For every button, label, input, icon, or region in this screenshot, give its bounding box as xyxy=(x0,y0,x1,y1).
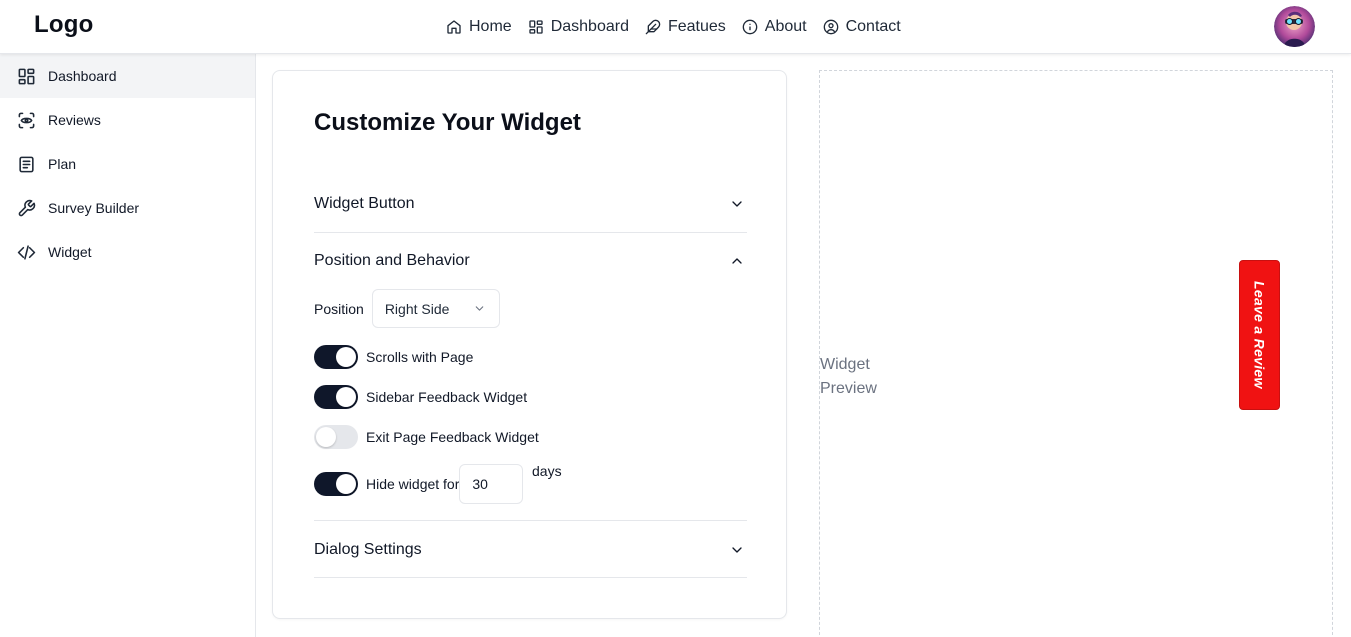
toggle-label: Sidebar Feedback Widget xyxy=(366,389,528,405)
toggle-row-hide-widget: Hide widget for xyxy=(314,464,524,504)
user-avatar[interactable] xyxy=(1274,6,1315,47)
sidebar-item-plan[interactable]: Plan xyxy=(0,142,255,186)
wrench-icon xyxy=(18,199,36,216)
toggle-row-scrolls-with-page: Scrolls with Page xyxy=(314,345,473,369)
accordion-label: Dialog Settings xyxy=(314,540,422,558)
toggle-knob xyxy=(336,347,356,367)
leave-review-label: Leave a Review xyxy=(1251,281,1268,389)
days-label: days xyxy=(532,463,562,479)
widget-preview-area: Widget Preview Leave a Review xyxy=(819,70,1333,637)
nav-dashboard[interactable]: Dashboard xyxy=(528,18,629,36)
user-circle-icon xyxy=(823,19,838,35)
accordion-header-position-behavior[interactable]: Position and Behavior xyxy=(314,232,747,289)
sidebar-item-label: Dashboard xyxy=(48,68,117,84)
nav-about[interactable]: About xyxy=(742,18,807,36)
nav-dashboard-label: Dashboard xyxy=(550,18,629,35)
position-row: Position Right Side xyxy=(314,289,500,328)
accordion-dialog-settings: Dialog Settings xyxy=(314,521,747,578)
hide-days-input[interactable] xyxy=(459,464,524,504)
position-select-value: Right Side xyxy=(384,300,450,317)
toggle-knob xyxy=(336,387,356,407)
leave-review-button[interactable]: Leave a Review xyxy=(1239,260,1280,410)
eye-scan-icon xyxy=(18,112,35,128)
dashboard-icon xyxy=(18,68,35,84)
nav-contact-label: Contact xyxy=(845,18,901,35)
toggle-row-exit-page-feedback: Exit Page Feedback Widget xyxy=(314,425,539,449)
sidebar-item-survey-builder[interactable]: Survey Builder xyxy=(0,186,255,230)
page-title: Customize Your Widget xyxy=(314,109,581,136)
nav-features[interactable]: Featues xyxy=(645,18,726,36)
dashboard-icon xyxy=(529,20,543,34)
divider xyxy=(314,577,747,578)
feather-icon xyxy=(645,19,661,35)
info-icon xyxy=(742,19,758,35)
hide-widget-toggle[interactable] xyxy=(314,472,358,496)
sidebar: Dashboard Reviews Plan Survey Builder Wi… xyxy=(0,54,256,637)
toggle-label: Hide widget for xyxy=(366,476,460,492)
chevron-down-icon xyxy=(475,306,484,311)
top-navbar: Logo Home Dashboard Featues About Contac… xyxy=(0,0,1351,54)
sidebar-item-dashboard[interactable]: Dashboard xyxy=(0,54,255,98)
logo[interactable]: Logo xyxy=(34,11,93,39)
accordion-header-dialog-settings[interactable]: Dialog Settings xyxy=(314,521,747,578)
chevron-up-icon xyxy=(732,257,742,264)
chevron-down-icon xyxy=(732,200,742,207)
sidebar-feedback-toggle[interactable] xyxy=(314,385,358,409)
sidebar-item-label: Widget xyxy=(48,244,92,260)
nav-home[interactable]: Home xyxy=(446,18,512,36)
scrolls-with-page-toggle[interactable] xyxy=(314,345,358,369)
sidebar-item-widget[interactable]: Widget xyxy=(0,230,255,274)
widget-preview-label: Widget Preview xyxy=(820,356,877,397)
main-nav: Home Dashboard Featues About Contact xyxy=(446,0,917,54)
exit-page-feedback-toggle[interactable] xyxy=(314,425,358,449)
sidebar-item-reviews[interactable]: Reviews xyxy=(0,98,255,142)
nav-home-label: Home xyxy=(469,18,512,35)
customize-card: Customize Your Widget Widget Button Posi… xyxy=(272,70,787,619)
file-text-icon xyxy=(19,156,34,172)
sidebar-item-label: Plan xyxy=(48,156,77,172)
nav-contact[interactable]: Contact xyxy=(823,18,901,36)
sidebar-item-label: Reviews xyxy=(48,112,101,128)
accordion-label: Position and Behavior xyxy=(314,251,470,269)
sidebar-item-label: Survey Builder xyxy=(48,200,140,216)
toggle-knob xyxy=(336,474,356,494)
chevron-down-icon xyxy=(732,546,742,553)
toggle-label: Scrolls with Page xyxy=(366,349,474,365)
nav-features-label: Featues xyxy=(667,18,726,35)
accordion-header-widget-button[interactable]: Widget Button xyxy=(314,175,747,232)
position-select[interactable]: Right Side xyxy=(371,289,500,328)
toggle-row-sidebar-feedback: Sidebar Feedback Widget xyxy=(314,385,527,409)
toggle-label: Exit Page Feedback Widget xyxy=(366,429,539,445)
home-icon xyxy=(447,20,461,34)
position-label: Position xyxy=(314,300,364,317)
nav-about-label: About xyxy=(764,18,807,35)
accordion-position-behavior: Position and Behavior xyxy=(314,232,747,289)
code-icon xyxy=(17,244,36,260)
toggle-knob xyxy=(316,427,336,447)
accordion-label: Widget Button xyxy=(314,194,415,212)
accordion-widget-button: Widget Button xyxy=(314,175,747,232)
